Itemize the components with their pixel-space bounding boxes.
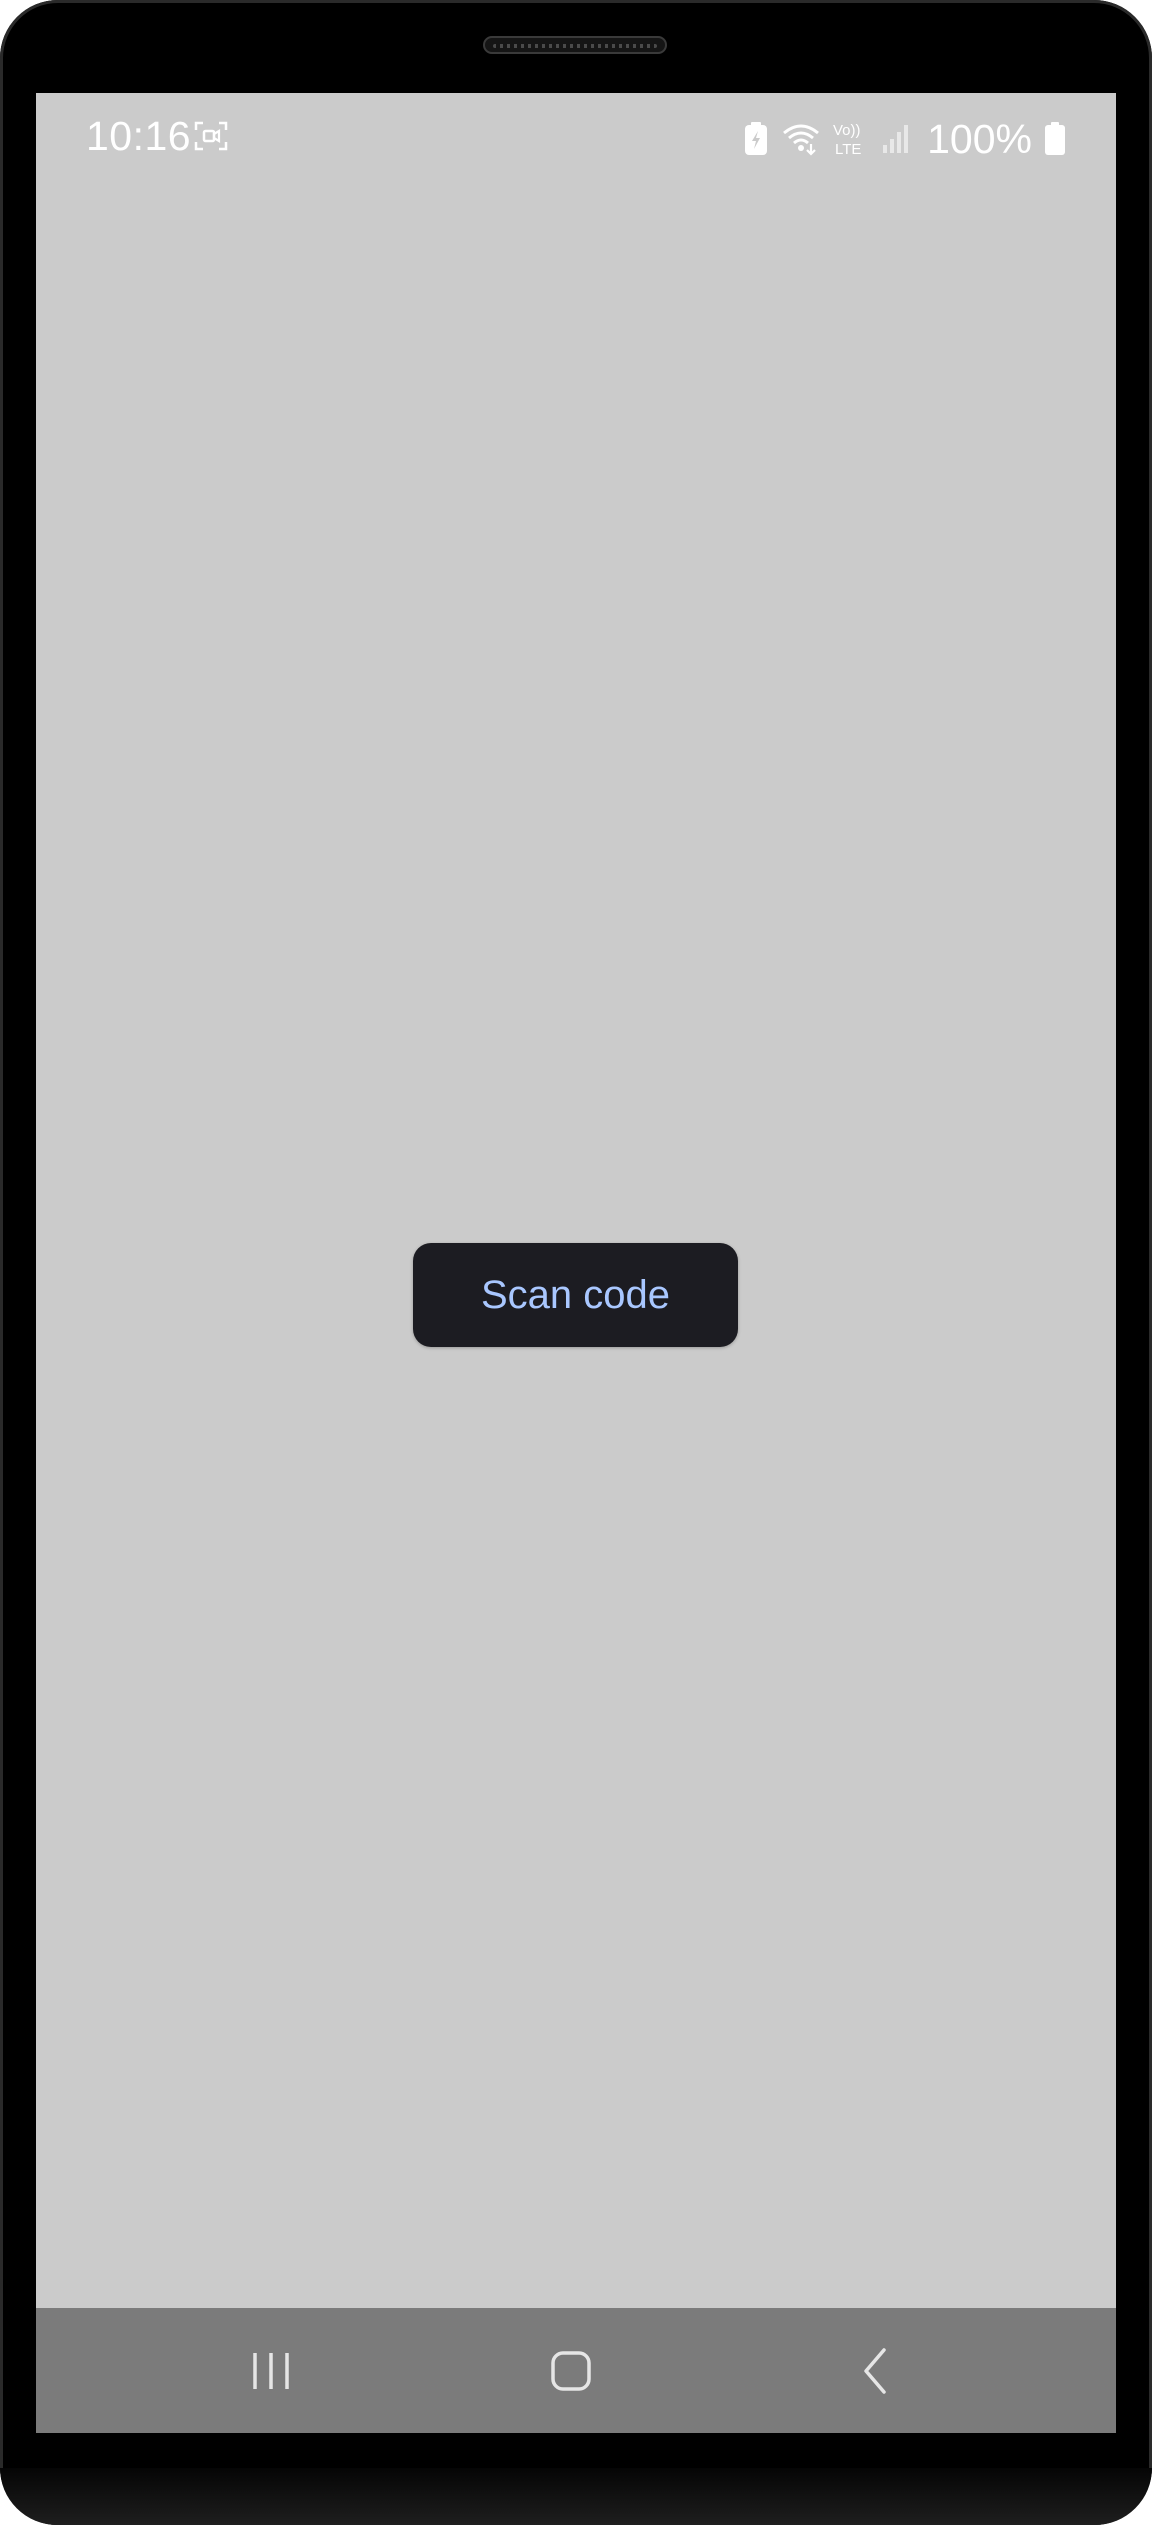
battery-icon <box>1044 122 1066 156</box>
bottom-bezel <box>0 2468 1152 2525</box>
back-icon[interactable] <box>841 2336 911 2406</box>
volte-bottom-text: LTE <box>835 141 861 158</box>
status-bar: 10:16 Vo)) LTE 100% <box>36 93 1116 187</box>
scan-code-button[interactable]: Scan code <box>413 1243 738 1347</box>
home-icon[interactable] <box>536 2336 606 2406</box>
screen-record-icon <box>194 121 228 151</box>
volte-icon: Vo)) LTE <box>833 120 869 158</box>
recents-icon[interactable] <box>236 2336 306 2406</box>
navigation-bar <box>36 2308 1116 2433</box>
app-screen: 10:16 Vo)) LTE 100% Scan code <box>36 93 1116 2433</box>
wifi-icon <box>781 122 821 156</box>
status-icons: Vo)) LTE 100% <box>743 113 1066 165</box>
phone-frame: 10:16 Vo)) LTE 100% Scan code <box>0 0 1152 2525</box>
signal-icon <box>881 123 911 155</box>
earpiece-speaker <box>483 36 667 54</box>
volte-top-text: Vo)) <box>833 122 861 139</box>
battery-percent: 100% <box>927 115 1032 162</box>
battery-saver-icon <box>743 122 769 156</box>
status-time: 10:16 <box>86 113 192 159</box>
